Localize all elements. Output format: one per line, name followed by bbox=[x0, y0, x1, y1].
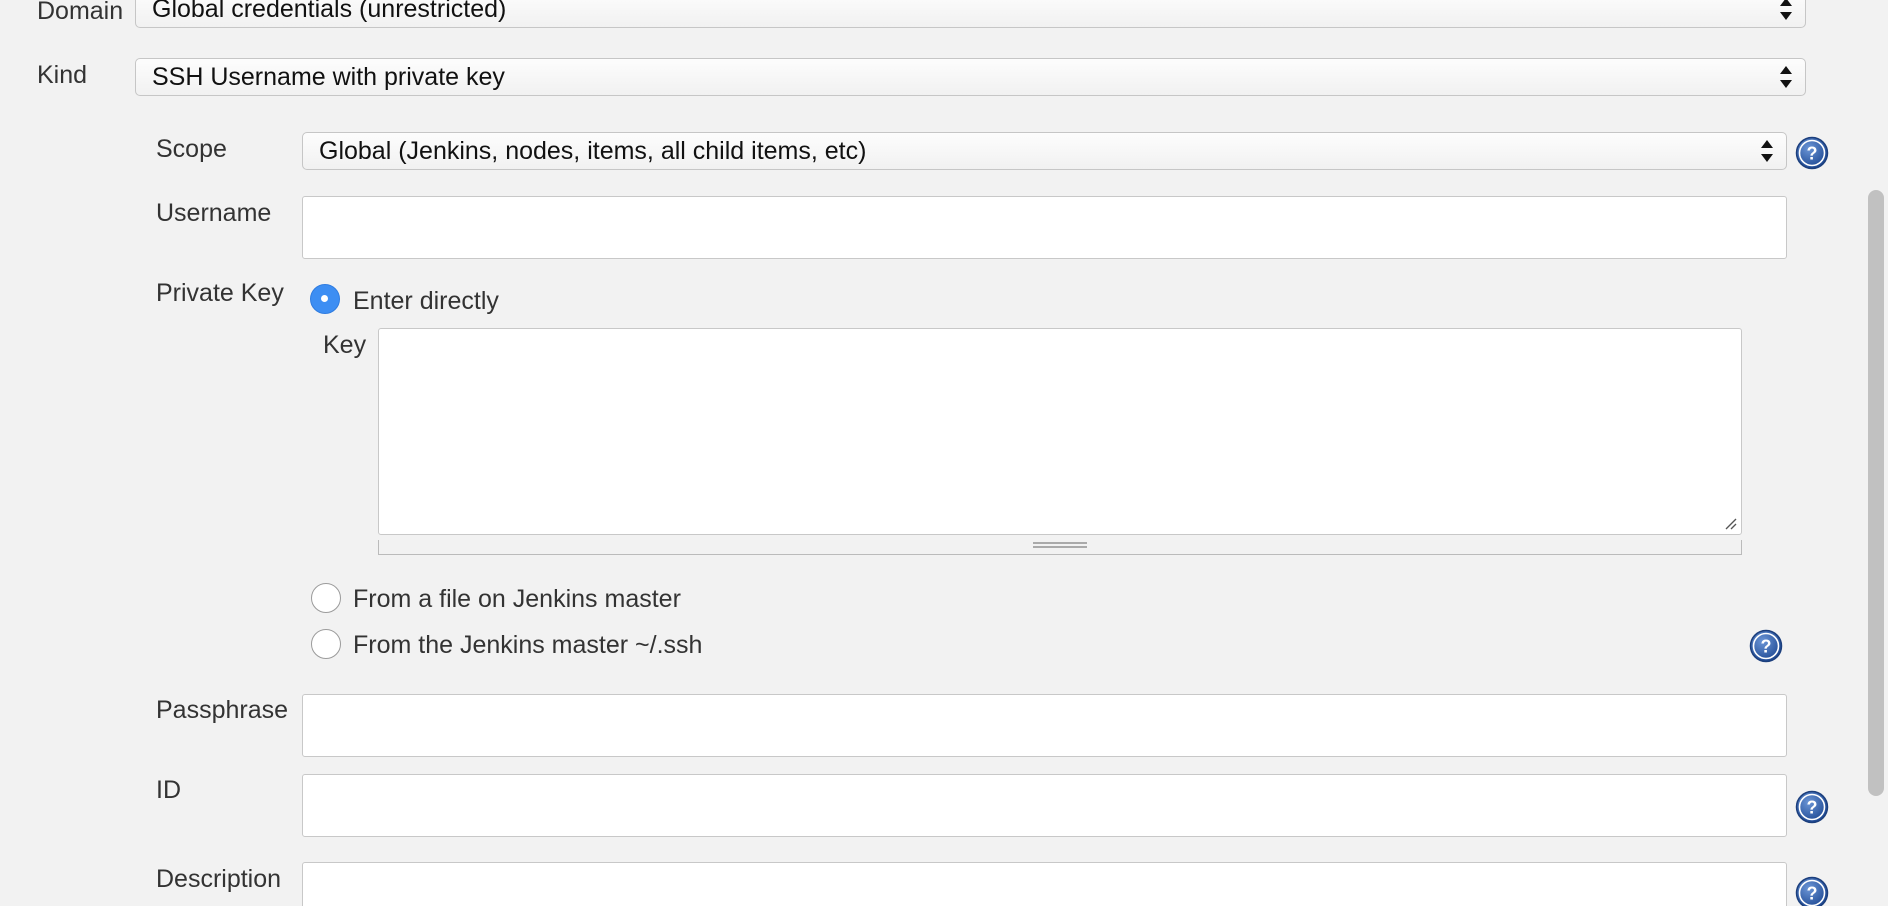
help-icon[interactable] bbox=[1795, 136, 1829, 170]
scope-label: Scope bbox=[156, 135, 227, 163]
resize-grip-icon[interactable] bbox=[1723, 516, 1737, 530]
username-input[interactable] bbox=[302, 196, 1787, 259]
id-input[interactable] bbox=[302, 774, 1787, 837]
key-textarea[interactable] bbox=[378, 328, 1742, 535]
private-key-label: Private Key bbox=[156, 279, 284, 307]
passphrase-input[interactable] bbox=[302, 694, 1787, 757]
help-icon[interactable] bbox=[1795, 790, 1829, 824]
textarea-splitter[interactable] bbox=[378, 540, 1742, 555]
splitter-grip-icon[interactable] bbox=[1033, 542, 1087, 548]
kind-select-value: SSH Username with private key bbox=[152, 63, 505, 91]
scope-select[interactable]: Global (Jenkins, nodes, items, all child… bbox=[302, 132, 1787, 170]
enter-directly-label[interactable]: Enter directly bbox=[353, 286, 499, 316]
help-icon[interactable] bbox=[1749, 629, 1783, 663]
credentials-form: Domain Global credentials (unrestricted)… bbox=[0, 0, 1888, 906]
help-icon[interactable] bbox=[1795, 876, 1829, 906]
domain-select-value: Global credentials (unrestricted) bbox=[152, 0, 507, 23]
scope-select-value: Global (Jenkins, nodes, items, all child… bbox=[319, 137, 867, 165]
username-label: Username bbox=[156, 199, 272, 227]
description-input[interactable] bbox=[302, 862, 1787, 906]
from-ssh-radio[interactable] bbox=[311, 629, 341, 659]
updown-arrows-icon bbox=[1760, 138, 1774, 164]
passphrase-label: Passphrase bbox=[156, 696, 289, 724]
domain-select[interactable]: Global credentials (unrestricted) bbox=[135, 0, 1806, 28]
domain-label: Domain bbox=[37, 0, 124, 25]
key-label: Key bbox=[323, 331, 367, 359]
id-label: ID bbox=[156, 776, 181, 804]
kind-select[interactable]: SSH Username with private key bbox=[135, 58, 1806, 96]
enter-directly-radio[interactable] bbox=[310, 284, 340, 314]
from-file-radio[interactable] bbox=[311, 583, 341, 613]
kind-label: Kind bbox=[37, 61, 88, 89]
from-ssh-label[interactable]: From the Jenkins master ~/.ssh bbox=[353, 630, 702, 660]
updown-arrows-icon bbox=[1779, 64, 1793, 90]
from-file-label[interactable]: From a file on Jenkins master bbox=[353, 584, 681, 614]
scrollbar-thumb[interactable] bbox=[1868, 190, 1884, 796]
updown-arrows-icon bbox=[1779, 0, 1793, 22]
description-label: Description bbox=[156, 865, 282, 893]
